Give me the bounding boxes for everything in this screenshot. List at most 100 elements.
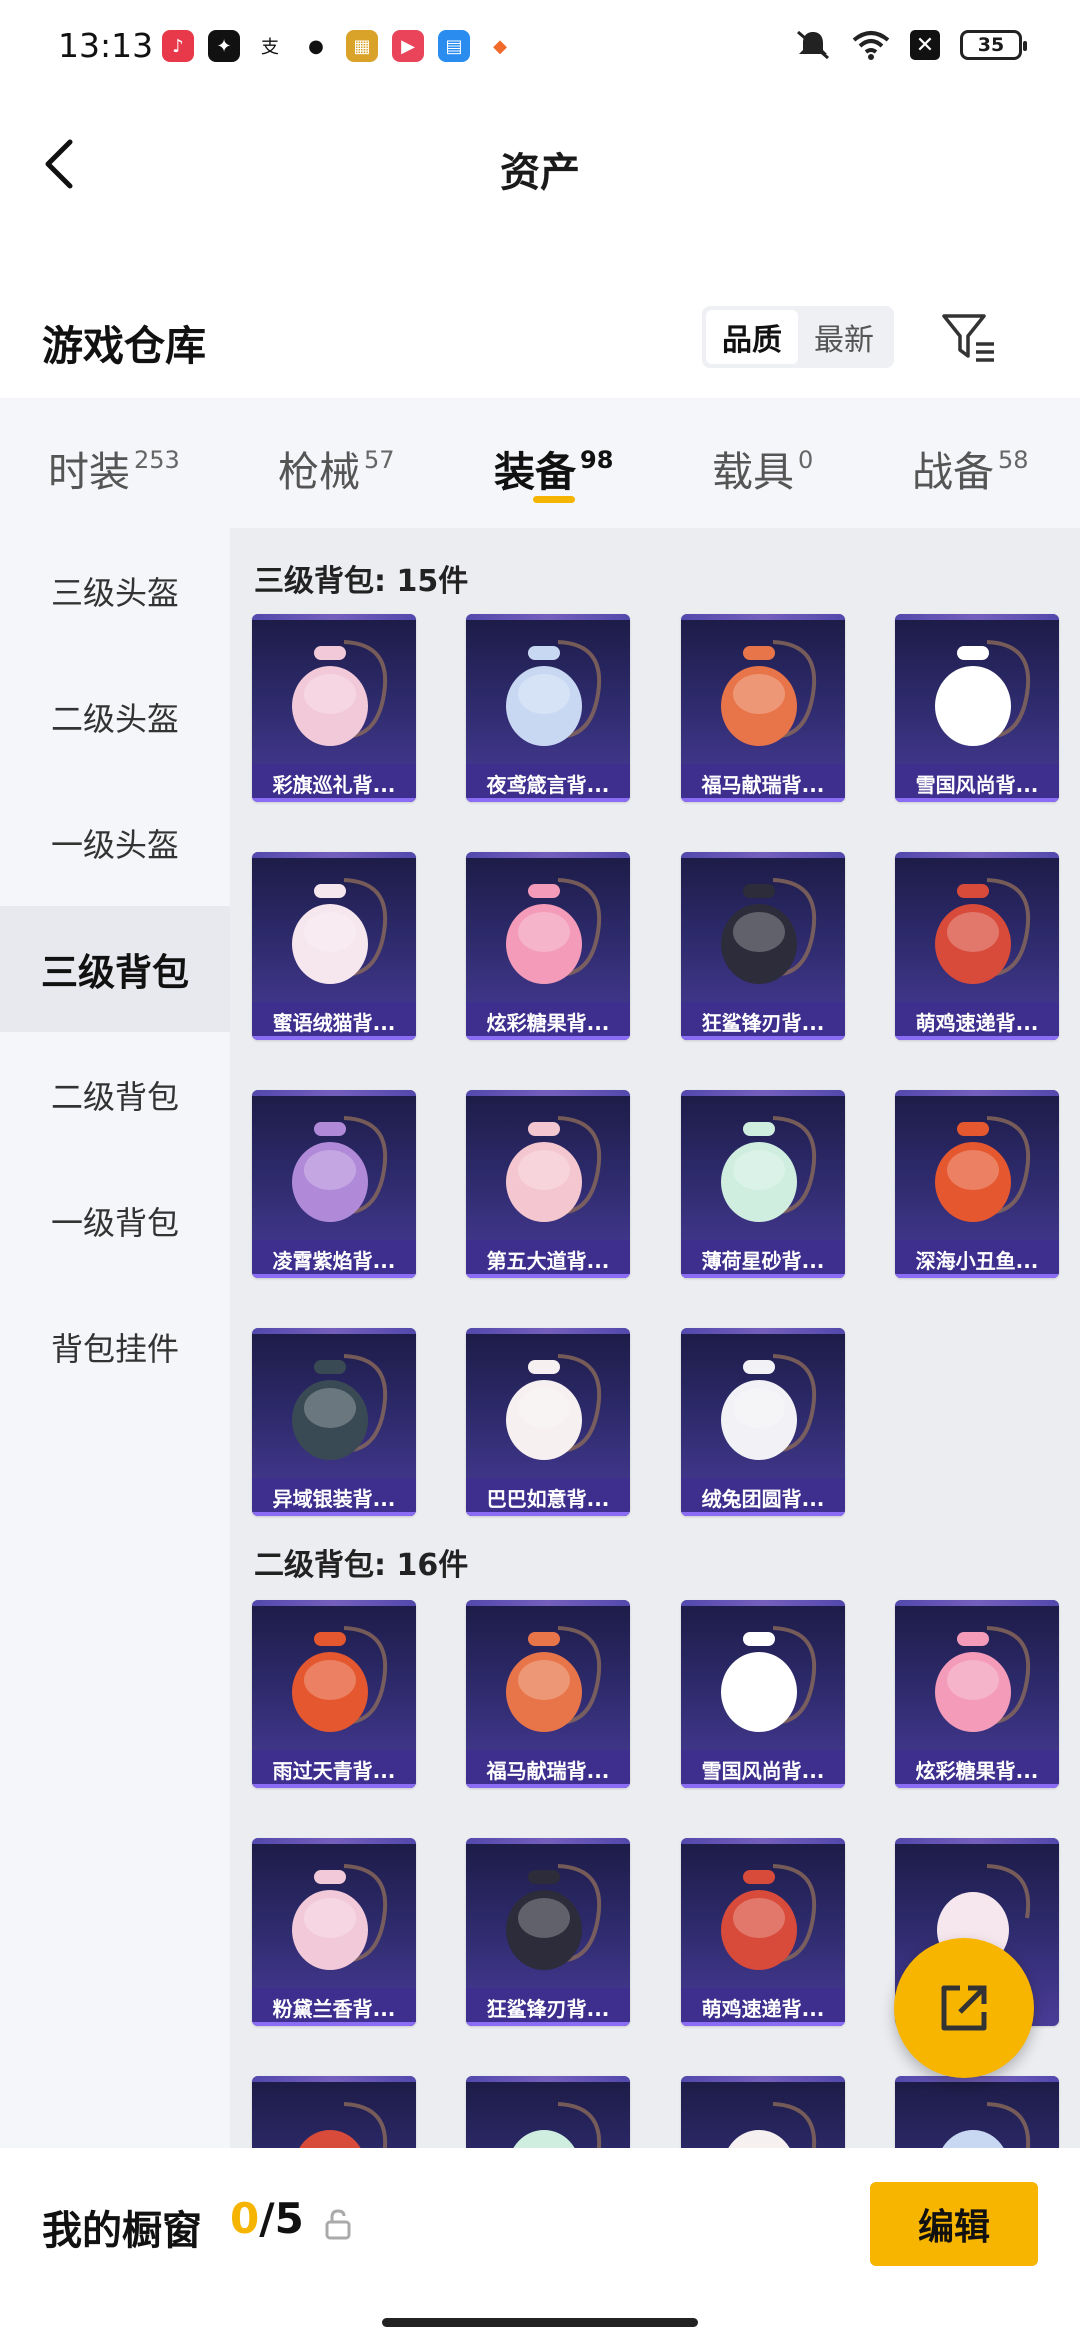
sidebar-item-backpack-charms[interactable]: 背包挂件 [0,1284,230,1410]
page-title: 资产 [500,150,580,196]
filter-icon[interactable] [940,310,998,366]
backpack-item-card[interactable]: 萌鸡速递背... [681,1838,845,2026]
backpack-item-card[interactable]: 异域银装背... [252,1328,416,1516]
item-name-label: 彩旗巡礼背... [252,764,416,802]
app-root: 13:13 ♪ ✦ 支 ● ▦ ▶ ▤ ◆ ✕ 35 资产 游戏仓库 品质 最新 [0,0,1080,2340]
backpack-image [506,1864,602,1970]
backpack-image [506,1354,602,1460]
backpack-item-card[interactable] [466,2076,630,2148]
backpack-item-card[interactable]: 第五大道背... [466,1090,630,1278]
item-name-label: 薄荷星砂背... [681,1240,845,1278]
backpack-image [721,1864,817,1970]
item-name-label: 萌鸡速递背... [681,1988,845,2026]
app-icon: ✦ [208,30,240,62]
item-name-label: 粉黛兰香背... [252,1988,416,2026]
backpack-item-card[interactable]: 萌鸡速递背... [895,852,1059,1040]
backpack-image [506,878,602,984]
backpack-item-card[interactable]: 绒兔团圆背... [681,1328,845,1516]
item-name-label: 萌鸡速递背... [895,1002,1059,1040]
backpack-image [721,878,817,984]
backpack-item-card[interactable]: 福马献瑞背... [681,614,845,802]
external-link-icon [941,1985,987,2031]
item-name-label: 蜜语绒猫背... [252,1002,416,1040]
backpack-item-card[interactable]: 狂鲨锋刃背... [681,852,845,1040]
backpack-item-card[interactable]: 凌霄紫焰背... [252,1090,416,1278]
backpack-item-card[interactable]: 炫彩糖果背... [466,852,630,1040]
tab-firearms[interactable]: 枪械 57 [278,438,395,498]
backpack-image [721,1116,817,1222]
tab-equipment[interactable]: 装备 98 [494,438,613,498]
lock-icon [325,2209,351,2240]
sort-quality-button[interactable]: 品质 [706,310,798,364]
backpack-item-card[interactable]: 夜鸢箴言背... [466,614,630,802]
item-name-label: 异域银装背... [252,1478,416,1516]
backpack-image [721,640,817,746]
header: 资产 [0,96,1080,246]
backpack-image [935,1116,1031,1222]
backpack-item-card[interactable]: 狂鲨锋刃背... [466,1838,630,2026]
share-fab-button[interactable] [894,1938,1034,2078]
backpack-image [292,1864,388,1970]
item-name-label: 炫彩糖果背... [466,1002,630,1040]
game-app-icon: ▦ [346,30,378,62]
backpack-item-card[interactable]: 彩旗巡礼背... [252,614,416,802]
item-name-label: 福马献瑞背... [466,1750,630,1788]
sort-newest-button[interactable]: 最新 [798,310,890,364]
sidebar-item-level3-helmet[interactable]: 三级头盔 [0,528,230,654]
backpack-item-card[interactable]: 雪国风尚背... [681,1600,845,1788]
showcase-bar: 我的橱窗 0/5 编辑 [0,2148,1080,2340]
sim-icon: ✕ [910,30,940,60]
mute-icon [797,30,829,60]
backpack-image [935,1626,1031,1732]
alipay-icon: 支 [254,30,286,62]
sidebar-item-level2-helmet[interactable]: 二级头盔 [0,654,230,780]
sort-toggle: 品质 最新 [702,306,894,368]
backpack-item-card[interactable]: 深海小丑鱼... [895,1090,1059,1278]
tab-vehicles[interactable]: 载具 0 [712,438,813,498]
showcase-count: 0/5 [230,2194,304,2243]
showcase-current-count: 0 [230,2194,260,2243]
sidebar-item-level2-backpack[interactable]: 二级背包 [0,1032,230,1158]
edit-button[interactable]: 编辑 [870,2182,1038,2266]
calendar-app-icon: ▤ [438,30,470,62]
sidebar-item-level1-backpack[interactable]: 一级背包 [0,1158,230,1284]
showcase-title: 我的橱窗 [42,2208,202,2254]
item-name-label: 夜鸢箴言背... [466,764,630,802]
video-app-icon: ▶ [392,30,424,62]
backpack-item-card[interactable]: 雨过天青背... [252,1600,416,1788]
backpack-item-card[interactable] [681,2076,845,2148]
backpack-image [292,640,388,746]
tab-fashion[interactable]: 时装 253 [48,438,180,498]
item-name-label: 雪国风尚背... [681,1750,845,1788]
tab-supplies[interactable]: 战备 58 [912,438,1029,498]
backpack-image [506,640,602,746]
backpack-item-card[interactable]: 蜜语绒猫背... [252,852,416,1040]
active-tab-indicator [533,496,575,503]
backpack-item-card[interactable]: 巴巴如意背... [466,1328,630,1516]
wechat-icon: ● [300,30,332,62]
game2-app-icon: ◆ [484,30,516,62]
item-name-label: 绒兔团圆背... [681,1478,845,1516]
backpack-item-card[interactable]: 粉黛兰香背... [252,1838,416,2026]
backpack-image [935,878,1031,984]
backpack-item-card[interactable]: 雪国风尚背... [895,614,1059,802]
item-name-label: 深海小丑鱼... [895,1240,1059,1278]
sidebar-item-level1-helmet[interactable]: 一级头盔 [0,780,230,906]
home-indicator [382,2318,698,2327]
status-time: 13:13 [58,26,154,65]
warehouse-row: 游戏仓库 品质 最新 [0,290,1080,390]
warehouse-title: 游戏仓库 [42,322,206,370]
section-title-level3-backpack: 三级背包: 15件 [254,564,469,599]
sidebar-item-level3-backpack[interactable]: 三级背包 [0,906,230,1032]
backpack-item-card[interactable]: 福马献瑞背... [466,1600,630,1788]
backpack-item-card[interactable] [895,2076,1059,2148]
backpack-item-card[interactable]: 薄荷星砂背... [681,1090,845,1278]
backpack-image [721,1354,817,1460]
backpack-item-card[interactable]: 炫彩糖果背... [895,1600,1059,1788]
status-app-icons: ♪ ✦ 支 ● ▦ ▶ ▤ ◆ [162,30,516,62]
backpack-item-card[interactable] [252,2076,416,2148]
sidebar: 三级头盔 二级头盔 一级头盔 三级背包 二级背包 一级背包 背包挂件 [0,528,230,2148]
backpack-image [728,2102,817,2148]
item-name-label: 福马献瑞背... [681,764,845,802]
item-name-label: 炫彩糖果背... [895,1750,1059,1788]
